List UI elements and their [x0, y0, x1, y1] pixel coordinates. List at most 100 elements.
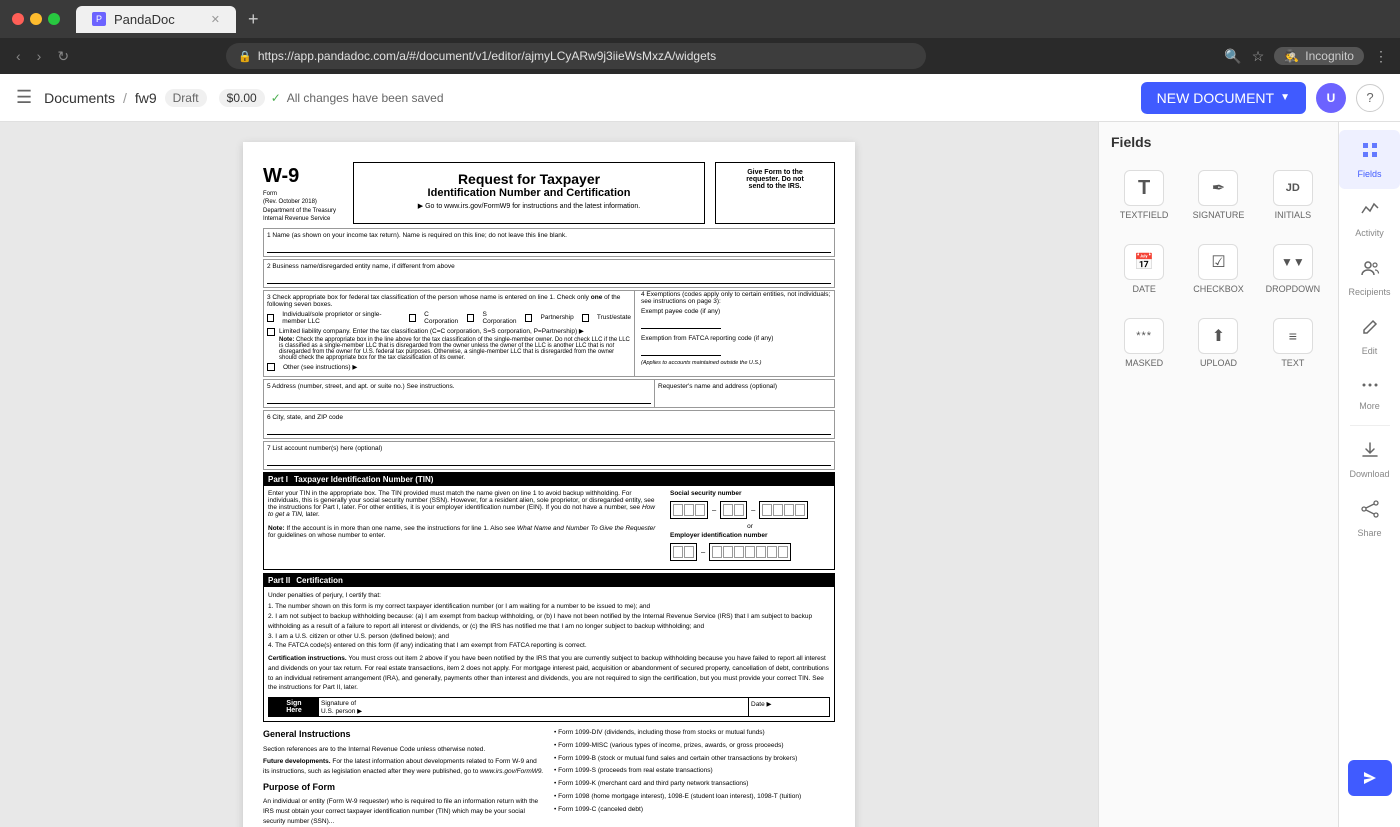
- field-item-checkbox[interactable]: ☑ CHECKBOX: [1185, 236, 1251, 302]
- tab-close-button[interactable]: ✕: [211, 13, 220, 26]
- fields-panel-title: Fields: [1111, 134, 1326, 150]
- new-document-button[interactable]: NEW DOCUMENT ▼: [1141, 82, 1306, 114]
- sidebar-item-share[interactable]: Share: [1339, 489, 1400, 548]
- exempt-payee-input[interactable]: [641, 317, 721, 329]
- browser-tab[interactable]: P PandaDoc ✕: [76, 6, 236, 33]
- field-item-initials[interactable]: JD INITIALS: [1260, 162, 1326, 228]
- checkbox-llc-box[interactable]: [267, 328, 275, 336]
- ein-cell[interactable]: [745, 546, 755, 558]
- line2-input[interactable]: [267, 272, 831, 284]
- activity-sidebar-label: Activity: [1355, 228, 1384, 238]
- line1-input[interactable]: [267, 241, 831, 253]
- line5-input[interactable]: [267, 392, 651, 404]
- part2-title: Part II: [268, 576, 290, 585]
- ssn-cell[interactable]: [795, 504, 805, 516]
- send-label: Send: [1358, 800, 1381, 811]
- field-item-dropdown[interactable]: ▼▼ DROPDOWN: [1260, 236, 1326, 302]
- ein-cell[interactable]: [673, 546, 683, 558]
- gen-two-col: General Instructions Section references …: [263, 728, 835, 827]
- url-bar[interactable]: 🔒 https://app.pandadoc.com/a/#/document/…: [226, 43, 926, 69]
- sidebar-item-edit[interactable]: Edit: [1339, 307, 1400, 366]
- requester-label: Requester's name and address (optional): [658, 383, 831, 390]
- masked-icon: ***: [1124, 318, 1164, 354]
- ssn-cell[interactable]: [684, 504, 694, 516]
- checkbox-individual-label: Individual/sole proprietor or single-mem…: [282, 311, 401, 325]
- ssn-dash2: –: [751, 505, 755, 514]
- field-item-textfield[interactable]: T TEXTFIELD: [1111, 162, 1177, 228]
- sidebar-item-more[interactable]: More: [1339, 366, 1400, 421]
- share-sidebar-label: Share: [1357, 528, 1381, 538]
- send-button[interactable]: [1348, 760, 1392, 796]
- checkbox-s-box[interactable]: [467, 314, 474, 322]
- menu-icon[interactable]: ⋮: [1374, 48, 1388, 65]
- ein-cell[interactable]: [684, 546, 694, 558]
- ssn-cell[interactable]: [762, 504, 772, 516]
- ein-cell[interactable]: [712, 546, 722, 558]
- edit-icon: [1360, 317, 1380, 342]
- refresh-button[interactable]: ↻: [53, 44, 73, 69]
- tab-favicon: P: [92, 12, 106, 26]
- field-item-masked[interactable]: *** MASKED: [1111, 310, 1177, 376]
- ssn-dash1: –: [712, 505, 716, 514]
- checkbox-individual-box[interactable]: [267, 314, 274, 322]
- ein-cell[interactable]: [723, 546, 733, 558]
- checkbox-c-box[interactable]: [409, 314, 416, 322]
- w9-line7: 7 List account number(s) here (optional): [263, 441, 835, 470]
- sign-area: SignHere Signature ofU.S. person ▶ Date …: [268, 697, 830, 717]
- line6-input[interactable]: [267, 423, 831, 435]
- help-button[interactable]: ?: [1356, 84, 1384, 112]
- line7-input[interactable]: [267, 454, 831, 466]
- ssn-cell[interactable]: [723, 504, 733, 516]
- traffic-lights: [12, 13, 60, 25]
- forward-button[interactable]: ›: [33, 44, 46, 68]
- ein-cell[interactable]: [734, 546, 744, 558]
- other-label: Other (see instructions) ▶: [283, 363, 357, 371]
- ssn-cell[interactable]: [784, 504, 794, 516]
- ein-box2: [709, 543, 791, 561]
- address-bar-right: 🔍 ☆ 🕵 Incognito ⋮: [1224, 47, 1388, 65]
- fatca-input[interactable]: [641, 344, 721, 356]
- checkbox-other-box[interactable]: [267, 363, 275, 371]
- sidebar-item-activity[interactable]: Activity: [1339, 189, 1400, 248]
- doc-name: fw9: [135, 90, 157, 106]
- search-icon[interactable]: 🔍: [1224, 48, 1241, 65]
- new-tab-button[interactable]: +: [248, 9, 259, 30]
- sidebar-item-download[interactable]: Download: [1339, 430, 1400, 489]
- other-row: Other (see instructions) ▶: [267, 363, 631, 371]
- sidebar-item-recipients[interactable]: Recipients: [1339, 248, 1400, 307]
- date-field-label: DATE: [1132, 284, 1155, 294]
- field-item-date[interactable]: 📅 DATE: [1111, 236, 1177, 302]
- document-area[interactable]: W-9 Form(Rev. October 2018)Department of…: [0, 122, 1098, 827]
- fields-panel: Fields T TEXTFIELD ✒ SIGNATURE JD INITIA…: [1098, 122, 1338, 827]
- ssn-cell[interactable]: [773, 504, 783, 516]
- signature-line[interactable]: Signature ofU.S. person ▶: [319, 698, 749, 716]
- checkbox-s-label: S Corporation: [482, 311, 517, 325]
- ssn-cell[interactable]: [673, 504, 683, 516]
- right-col-item-6: • Form 1098 (home mortgage interest), 10…: [554, 792, 835, 802]
- right-col-item-7: • Form 1099-C (canceled debt): [554, 805, 835, 815]
- field-item-text[interactable]: ≡ TEXT: [1260, 310, 1326, 376]
- right-col-item-3: • Form 1099-B (stock or mutual fund sale…: [554, 754, 835, 764]
- field-grid: T TEXTFIELD ✒ SIGNATURE JD INITIALS 📅 DA…: [1111, 162, 1326, 376]
- user-avatar[interactable]: U: [1316, 83, 1346, 113]
- w9-line6: 6 City, state, and ZIP code: [263, 410, 835, 439]
- field-item-signature[interactable]: ✒ SIGNATURE: [1185, 162, 1251, 228]
- ein-cell[interactable]: [778, 546, 788, 558]
- sidebar-item-fields[interactable]: Fields: [1339, 130, 1400, 189]
- ein-cell[interactable]: [767, 546, 777, 558]
- maximize-traffic-light[interactable]: [48, 13, 60, 25]
- field-item-upload[interactable]: ⬆ UPLOAD: [1185, 310, 1251, 376]
- breadcrumb-root[interactable]: Documents: [44, 90, 115, 106]
- right-col-item-1: • Form 1099-DIV (dividends, including th…: [554, 728, 835, 738]
- back-button[interactable]: ‹: [12, 44, 25, 68]
- checkbox-partnership-box[interactable]: [525, 314, 532, 322]
- ssn-label: Social security number: [670, 490, 830, 497]
- ein-cell[interactable]: [756, 546, 766, 558]
- minimize-traffic-light[interactable]: [30, 13, 42, 25]
- hamburger-menu[interactable]: ☰: [16, 87, 32, 108]
- star-icon[interactable]: ☆: [1252, 48, 1265, 65]
- ssn-cell[interactable]: [734, 504, 744, 516]
- close-traffic-light[interactable]: [12, 13, 24, 25]
- ssn-cell[interactable]: [695, 504, 705, 516]
- checkbox-trust-box[interactable]: [582, 314, 589, 322]
